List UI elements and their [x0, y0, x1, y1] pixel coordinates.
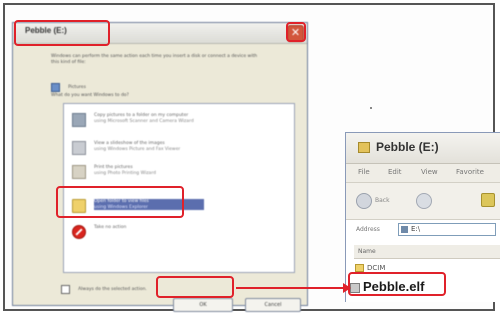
option-sublabel: using Photo Printing Wizard: [94, 170, 156, 176]
ok-highlight-box: [156, 276, 234, 298]
menu-view[interactable]: View: [421, 168, 438, 176]
slideshow-icon: [72, 141, 86, 155]
back-label[interactable]: Back: [375, 197, 390, 204]
option-label: Take no action: [94, 225, 127, 230]
menu-edit[interactable]: Edit: [388, 168, 402, 176]
cancel-button[interactable]: Cancel: [245, 298, 301, 312]
option-copy-pictures[interactable]: Copy pictures to a folder on my computer…: [72, 110, 282, 132]
content-type-label: Pictures: [68, 85, 86, 90]
option-sublabel: using Windows Picture and Fax Viewer: [94, 146, 181, 152]
toolbar: Back: [346, 183, 500, 220]
option-label: Copy pictures to a folder on my computer: [94, 113, 189, 118]
address-bar: Address E:\: [346, 221, 500, 239]
explorer-titlebar: Pebble (E:): [346, 133, 500, 164]
menu-file[interactable]: File: [358, 168, 370, 176]
column-header-name[interactable]: Name: [354, 245, 500, 259]
printer-icon: [72, 165, 86, 179]
menu-favorites[interactable]: Favorite: [456, 168, 484, 176]
file-highlight-box: [348, 272, 446, 296]
always-do-checkbox[interactable]: [61, 285, 70, 294]
option-highlight-box: [56, 186, 184, 218]
menu-bar: File Edit View Favorite: [346, 164, 500, 183]
annotation-arrowhead: [343, 283, 351, 293]
always-do-row[interactable]: Always do the selected action.: [61, 279, 147, 298]
file-name: DCIM: [367, 264, 386, 272]
dialog-intro-text: Windows can perform the same action each…: [51, 54, 258, 65]
address-drive-icon: [401, 226, 408, 233]
close-highlight-box: [286, 22, 306, 42]
folder-icon: [355, 264, 364, 272]
copy-pictures-icon: [72, 113, 86, 127]
address-field[interactable]: E:\: [398, 223, 496, 236]
option-sublabel: using Microsoft Scanner and Camera Wizar…: [94, 118, 194, 124]
address-label: Address: [356, 226, 380, 233]
forward-icon[interactable]: [416, 193, 432, 209]
drive-icon: [358, 142, 370, 153]
option-label: Print the pictures: [94, 165, 133, 170]
ok-button[interactable]: OK: [173, 298, 233, 312]
dialog-question: What do you want Windows to do?: [51, 93, 129, 98]
back-icon[interactable]: [356, 193, 372, 209]
file-row-dcim[interactable]: DCIM: [355, 264, 385, 272]
pictures-icon: [51, 83, 60, 92]
folder-up-icon[interactable]: [481, 193, 495, 207]
option-take-no-action[interactable]: Take no action: [72, 222, 282, 244]
stray-mark: [370, 107, 372, 109]
title-highlight-box: [14, 20, 110, 46]
explorer-title: Pebble (E:): [376, 140, 439, 154]
annotation-arrow-line: [236, 287, 347, 289]
no-action-icon: [72, 225, 86, 239]
always-do-label: Always do the selected action.: [78, 287, 147, 292]
option-print-pictures[interactable]: Print the pictures using Photo Printing …: [72, 162, 282, 184]
autoplay-dialog: Pebble (E:) ✕ Windows can perform the sa…: [12, 22, 308, 312]
option-label: View a slideshow of the images: [94, 141, 165, 146]
option-view-slideshow[interactable]: View a slideshow of the images using Win…: [72, 138, 282, 160]
